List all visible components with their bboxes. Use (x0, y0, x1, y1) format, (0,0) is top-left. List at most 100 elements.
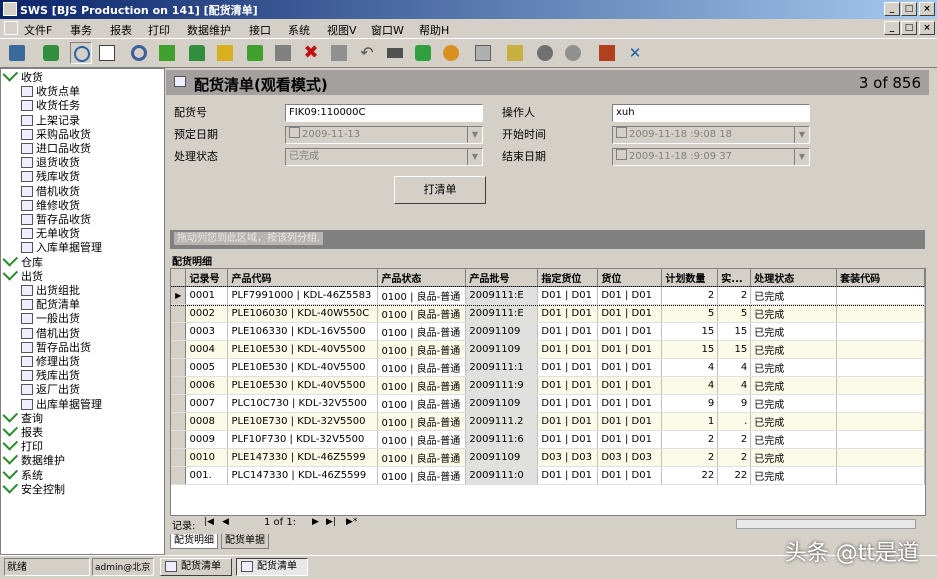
child-window-icon[interactable] (4, 21, 18, 35)
tree-item[interactable]: 退货收货 (21, 156, 80, 170)
tree-item[interactable]: 收货任务 (21, 99, 80, 113)
search-icon[interactable] (128, 42, 150, 64)
end-time-field[interactable]: 2009-11-18 :9:09 37 ▼ (612, 148, 810, 166)
column-header[interactable]: 实... (717, 269, 752, 287)
table-row[interactable]: 0010 PLE147330 | KDL-46Z5599 0100 | 良品-普通 2… (171, 448, 925, 467)
tree-item[interactable]: 采购品收货 (21, 128, 91, 142)
table-row[interactable]: 0007 PLC10C730 | KDL-32V5500 0100 | 良品-普通 2… (171, 394, 925, 413)
stop-icon[interactable] (272, 42, 294, 64)
edit-icon[interactable] (96, 42, 118, 64)
operator-field[interactable]: xuh (612, 104, 810, 122)
tree-item[interactable]: 残库收货 (21, 170, 80, 184)
exit-icon[interactable] (596, 42, 618, 64)
globe-icon[interactable] (440, 42, 462, 64)
tab-detail[interactable]: 配货明细 (170, 534, 218, 549)
import-icon[interactable] (186, 42, 208, 64)
plan-date-field[interactable]: 2009-11-13 ▼ (285, 126, 483, 144)
column-header[interactable]: 处理状态 (750, 269, 838, 287)
last-record-icon[interactable]: ▶| (326, 517, 336, 527)
column-header[interactable]: 产品批号 (465, 269, 539, 287)
menu-data-maintenance[interactable]: 数据维护 (187, 22, 231, 38)
transfer-icon[interactable] (244, 42, 266, 64)
delete-icon[interactable]: ✖ (300, 42, 322, 64)
tool-icon[interactable] (6, 42, 28, 64)
group-by-area[interactable]: 拖动列您到此区域，按该列分组. (170, 230, 925, 249)
table-row[interactable]: 001. PLC147330 | KDL-46Z5599 0100 | 良品-普通 2… (171, 466, 925, 485)
tree-item[interactable]: 入库单据管理 (21, 241, 102, 255)
order-no-field[interactable]: FIK09:110000C (285, 104, 483, 122)
tree-group[interactable]: 出货 (2, 264, 43, 284)
taskbar-window-1[interactable]: 配货清单 (160, 558, 232, 576)
tree-item[interactable]: 无单收货 (21, 227, 80, 241)
tree-item[interactable]: 修理出货 (21, 355, 80, 369)
tree-item[interactable]: 暂存品收货 (21, 213, 91, 227)
table-row[interactable]: 0009 PLF10F730 | KDL-32V5500 0100 | 良品-普通 2… (171, 430, 925, 449)
stack-icon[interactable] (412, 42, 434, 64)
column-header[interactable]: 产品代码 (227, 269, 379, 287)
undo-icon[interactable]: ↶ (356, 42, 378, 64)
start-time-checkbox[interactable] (616, 127, 627, 138)
tab-document[interactable]: 配货单据 (221, 534, 269, 549)
column-header[interactable]: 套装代码 (836, 269, 925, 287)
window-icon[interactable] (70, 42, 92, 64)
tree-item[interactable]: 出货组批 (21, 284, 80, 298)
start-time-field[interactable]: 2009-11-18 :9:08 18 ▼ (612, 126, 810, 144)
minimize-button[interactable]: _ (884, 2, 900, 16)
tree-item[interactable]: 上架记录 (21, 114, 80, 128)
gear-icon[interactable] (534, 42, 556, 64)
column-header[interactable]: 计划数量 (661, 269, 719, 287)
menu-business[interactable]: 事务 (70, 22, 92, 38)
column-header[interactable]: 产品状态 (377, 269, 467, 287)
plan-date-checkbox[interactable] (289, 127, 300, 138)
horizontal-scrollbar[interactable] (736, 519, 916, 529)
tree-item[interactable]: 维修收货 (21, 199, 80, 213)
refresh-icon[interactable] (40, 42, 62, 64)
print-icon[interactable] (472, 42, 494, 64)
status-select[interactable]: 已完成 ▼ (285, 148, 483, 166)
taskbar-window-2[interactable]: 配货清单 (236, 558, 308, 576)
table-row[interactable]: ▶ 0001 PLF7991000 | KDL-46Z5583 0100 | 良品-普… (171, 285, 925, 306)
tree-group[interactable]: 安全控制 (2, 477, 65, 497)
menu-view[interactable]: 视图V (327, 22, 357, 38)
child-minimize-button[interactable]: _ (884, 21, 900, 35)
tree-item[interactable]: 残库出货 (21, 369, 80, 383)
end-time-checkbox[interactable] (616, 149, 627, 160)
column-header[interactable]: 指定货位 (537, 269, 599, 287)
print-list-button[interactable]: 打清单 (394, 176, 486, 204)
chevron-down-icon[interactable]: ▼ (467, 149, 482, 165)
tree-item[interactable]: 进口品收货 (21, 142, 91, 156)
menu-window[interactable]: 窗口W (371, 22, 404, 38)
table-row[interactable]: 0002 PLE106030 | KDL-40W550C 0100 | 良品-普通 2… (171, 304, 925, 323)
tree-item[interactable]: 配货清单 (21, 298, 80, 312)
blank-icon[interactable] (328, 42, 350, 64)
table-row[interactable]: 0003 PLE106330 | KDL-16V5500 0100 | 良品-普通 2… (171, 322, 925, 341)
check-doc-icon[interactable] (504, 42, 526, 64)
export-icon[interactable] (214, 42, 236, 64)
column-header[interactable]: 货位 (597, 269, 663, 287)
menu-help[interactable]: 帮助H (419, 22, 449, 38)
tools-icon[interactable]: ✕ (624, 42, 646, 64)
close-button[interactable]: × (919, 2, 935, 16)
menu-print[interactable]: 打印 (148, 22, 170, 38)
tree-item[interactable]: 返厂出货 (21, 383, 80, 397)
next-record-icon[interactable]: ▶ (312, 517, 319, 527)
menu-file[interactable]: 文件F (24, 22, 52, 38)
table-row[interactable]: 0004 PLE10E530 | KDL-40V5500 0100 | 良品-普通 2… (171, 340, 925, 359)
tree-item[interactable]: 暂存品出货 (21, 341, 91, 355)
save-green-icon[interactable] (156, 42, 178, 64)
list-icon[interactable] (384, 42, 406, 64)
chevron-down-icon[interactable]: ▼ (794, 127, 809, 143)
tree-group[interactable]: 收货 (2, 69, 43, 85)
chevron-down-icon[interactable]: ▼ (467, 127, 482, 143)
tree-item[interactable]: 一般出货 (21, 312, 80, 326)
chevron-down-icon[interactable]: ▼ (794, 149, 809, 165)
restore-button[interactable]: □ (901, 2, 917, 16)
prev-record-icon[interactable]: ◀ (222, 517, 229, 527)
new-record-icon[interactable]: ▶* (346, 517, 357, 527)
menu-system[interactable]: 系统 (288, 22, 310, 38)
settings-icon[interactable] (562, 42, 584, 64)
child-restore-button[interactable]: □ (901, 21, 917, 35)
child-close-button[interactable]: × (919, 21, 935, 35)
table-row[interactable]: 0005 PLE10E530 | KDL-40V5500 0100 | 良品-普通 2… (171, 358, 925, 377)
tree-item[interactable]: 借机收货 (21, 185, 80, 199)
